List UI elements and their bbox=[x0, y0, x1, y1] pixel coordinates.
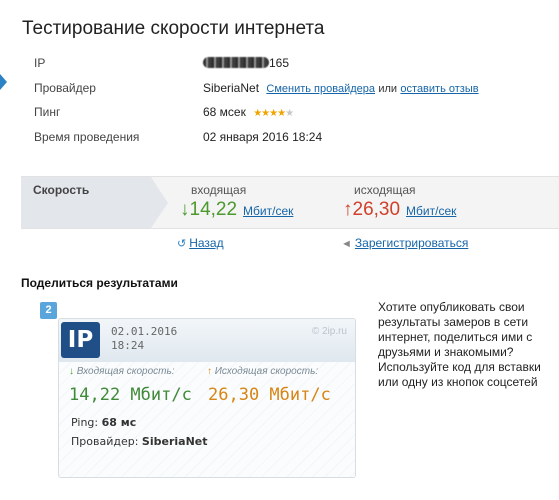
outgoing-speed: ↑26,30 Мбит/сек bbox=[343, 199, 456, 221]
ping-label: Пинг bbox=[34, 105, 61, 119]
share-result-card[interactable]: IP 02.01.2016 18:24 © 2ip.ru ↓ Входящая … bbox=[58, 318, 356, 478]
card-header bbox=[59, 319, 355, 362]
change-provider-link[interactable]: Сменить провайдера bbox=[266, 83, 375, 95]
share-description: Хотите опубликовать свои результаты заме… bbox=[378, 300, 541, 389]
speed-pointer-shape bbox=[151, 177, 168, 228]
ping-value: 68 мсек bbox=[203, 105, 246, 119]
card-outgoing-label: ↑ Исходящая скорость: bbox=[207, 366, 319, 377]
card-brand: © 2ip.ru bbox=[311, 326, 347, 337]
back-label[interactable]: Назад bbox=[189, 236, 223, 250]
card-date: 02.01.2016 bbox=[111, 325, 178, 338]
arrow-down-icon: ↓ bbox=[180, 199, 190, 220]
info-row-ping: Пинг 68 мсек ★★★★★ bbox=[0, 105, 559, 123]
back-link[interactable]: ↺ Назад bbox=[177, 236, 224, 250]
incoming-unit-link[interactable]: Мбит/сек bbox=[243, 204, 293, 218]
ip-label: IP bbox=[34, 56, 46, 70]
info-row-ip: IP 165 bbox=[0, 56, 559, 74]
arrow-up-icon: ↑ bbox=[343, 199, 353, 220]
card-outgoing-value: 26,30 Мбит/с bbox=[208, 385, 331, 405]
register-link[interactable]: ◄ Зарегистрироваться bbox=[341, 236, 468, 250]
ip-redacted bbox=[203, 57, 269, 68]
card-time: 18:24 bbox=[111, 339, 145, 352]
incoming-label: входящая bbox=[191, 183, 247, 197]
arrow-left-icon: ◄ bbox=[341, 238, 352, 250]
page-title: Тестирование скорости интернета bbox=[22, 18, 325, 39]
card-provider-value: SiberiaNet bbox=[141, 435, 208, 448]
card-datetime: 02.01.2016 18:24 bbox=[111, 325, 177, 353]
card-arrow-up-icon: ↑ bbox=[207, 366, 212, 377]
ip-suffix: 165 bbox=[269, 56, 290, 70]
register-label[interactable]: Зарегистрироваться bbox=[355, 236, 468, 250]
card-incoming-value: 14,22 Мбит/с bbox=[69, 385, 192, 405]
rating-stars-icon: ★★★★★ bbox=[253, 108, 294, 119]
ip-value: 165 bbox=[203, 56, 289, 70]
back-icon: ↺ bbox=[177, 238, 187, 250]
time-value: 02 января 2016 18:24 bbox=[203, 130, 323, 144]
info-row-time: Время проведения 02 января 2016 18:24 bbox=[0, 130, 559, 148]
outgoing-label: исходящая bbox=[354, 183, 416, 197]
badge-number: 2 bbox=[40, 302, 57, 319]
incoming-value: 14,22 bbox=[189, 199, 238, 220]
outgoing-unit-link[interactable]: Мбит/сек bbox=[406, 204, 456, 218]
ip-logo-icon: IP bbox=[61, 322, 100, 358]
outgoing-value: 26,30 bbox=[352, 199, 401, 220]
speed-panel: Скорость входящая ↓14,22 Мбит/сек исходящ… bbox=[21, 176, 559, 229]
leave-review-link[interactable]: оставить отзыв bbox=[400, 83, 478, 95]
card-ping-line: Ping: 68 мс bbox=[71, 416, 136, 429]
info-row-provider: Провайдер SiberiaNet Сменить провайдера … bbox=[0, 81, 559, 99]
provider-value: SiberiaNet bbox=[203, 81, 260, 95]
provider-value-group: SiberiaNet Сменить провайдера или остави… bbox=[203, 81, 479, 95]
card-provider-line: Провайдер: SiberiaNet bbox=[71, 435, 208, 448]
card-arrow-down-icon: ↓ bbox=[69, 366, 74, 377]
card-provider-label: Провайдер: bbox=[71, 435, 139, 448]
provider-label: Провайдер bbox=[34, 81, 96, 95]
speed-label: Скорость bbox=[33, 183, 90, 197]
incoming-speed: ↓14,22 Мбит/сек bbox=[180, 199, 293, 221]
ping-value-group: 68 мсек ★★★★★ bbox=[203, 105, 294, 119]
card-incoming-label: ↓ Входящая скорость: bbox=[69, 366, 175, 377]
provider-or-text: или bbox=[378, 83, 398, 95]
time-label: Время проведения bbox=[34, 130, 140, 144]
share-title: Поделиться результатами bbox=[21, 276, 178, 290]
card-ping-value: 68 мс bbox=[101, 416, 137, 429]
card-ping-label: Ping: bbox=[71, 416, 99, 429]
